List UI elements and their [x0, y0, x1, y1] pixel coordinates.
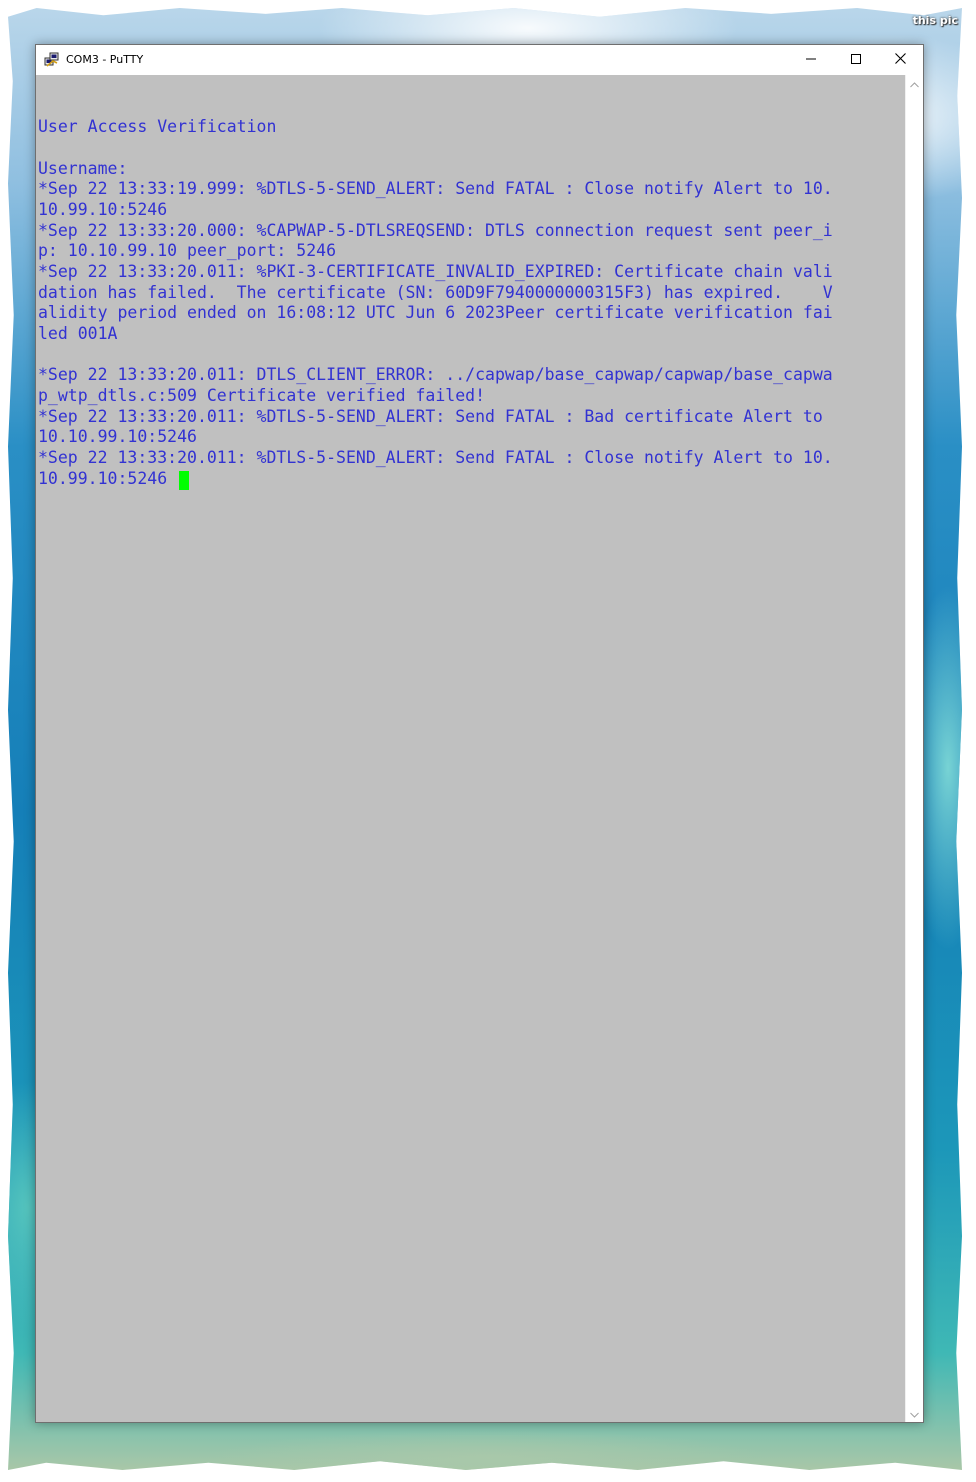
terminal-line: *Sep 22 13:33:19.999: %DTLS-5-SEND_ALERT…: [38, 179, 833, 198]
terminal-line: *Sep 22 13:33:20.000: %CAPWAP-5-DTLSREQS…: [38, 221, 833, 240]
screenshot-page: this pic COM3 - PuTTY User Access Verifi…: [0, 0, 976, 1482]
terminal-line: Username:: [38, 159, 128, 178]
putty-icon[interactable]: [44, 52, 60, 68]
terminal-line: User Access Verification: [38, 117, 277, 136]
terminal-line: *Sep 22 13:33:20.011: %DTLS-5-SEND_ALERT…: [38, 448, 833, 467]
close-icon: [895, 51, 906, 69]
terminal-line: p_wtp_dtls.c:509 Certificate verified fa…: [38, 386, 486, 405]
maximize-button[interactable]: [833, 45, 878, 74]
chevron-down-icon: [910, 1405, 919, 1423]
vertical-scrollbar[interactable]: [905, 75, 923, 1422]
terminal-line: p: 10.10.99.10 peer_port: 5246: [38, 241, 337, 260]
title-bar[interactable]: COM3 - PuTTY: [36, 45, 923, 75]
close-button[interactable]: [878, 45, 923, 74]
terminal-line: *Sep 22 13:33:20.011: DTLS_CLIENT_ERROR:…: [38, 365, 833, 384]
minimize-button[interactable]: [788, 45, 833, 74]
watermark: this pic: [912, 14, 958, 27]
terminal-line: 10.10.99.10:5246: [38, 427, 197, 446]
minimize-icon: [805, 51, 816, 69]
terminal-line: dation has failed. The certificate (SN: …: [38, 283, 833, 302]
terminal-line: alidity period ended on 16:08:12 UTC Jun…: [38, 303, 833, 322]
terminal-line: led 001A: [38, 324, 118, 343]
chevron-up-icon: [910, 75, 919, 93]
terminal-cursor: [179, 471, 189, 490]
maximize-icon: [850, 51, 861, 69]
scroll-down-button[interactable]: [906, 1405, 923, 1422]
terminal-area[interactable]: User Access Verification Username: *Sep …: [36, 75, 905, 1422]
terminal-line: 10.99.10:5246: [38, 469, 168, 488]
window-title: COM3 - PuTTY: [66, 53, 144, 66]
terminal-line: *Sep 22 13:33:20.011: %PKI-3-CERTIFICATE…: [38, 262, 833, 281]
scroll-up-button[interactable]: [906, 75, 923, 92]
terminal-line: *Sep 22 13:33:20.011: %DTLS-5-SEND_ALERT…: [38, 407, 823, 426]
putty-window: COM3 - PuTTY User Access Verification Us: [35, 44, 924, 1423]
terminal-line: 10.99.10:5246: [38, 200, 168, 219]
